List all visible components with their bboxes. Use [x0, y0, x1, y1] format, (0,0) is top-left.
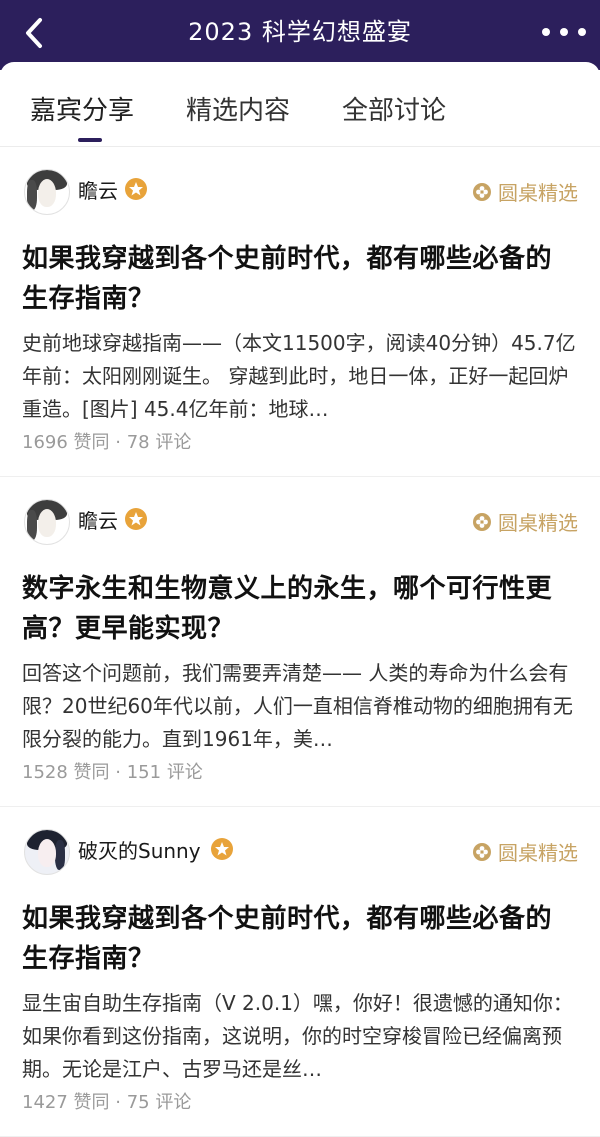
flower-icon — [473, 512, 491, 531]
tab-label: 全部讨论 — [342, 96, 447, 126]
verified-badge-icon — [125, 508, 147, 530]
author-name[interactable]: 瞻云 — [78, 505, 118, 534]
separator-dot: · — [115, 762, 121, 783]
post-stats: 1427 赞同 · 75 评论 — [22, 1090, 578, 1116]
likes-count: 1427 赞同 — [22, 1092, 110, 1113]
tab-guest-share[interactable]: 嘉宾分享 — [30, 62, 135, 142]
answer-excerpt[interactable]: 史前地球穿越指南——（本文11500字，阅读40分钟）45.7亿年前：太阳刚刚诞… — [22, 327, 578, 426]
avatar[interactable] — [24, 829, 70, 875]
question-title[interactable]: 数字永生和生物意义上的永生，哪个可行性更高？更早能实现？ — [22, 569, 578, 649]
verified-badge-icon — [211, 838, 233, 860]
post-card[interactable]: 瞻云 圆桌精选 如果我穿越到各个史前时代，都有哪些必备的生存指南？ 史前地球穿越… — [0, 147, 600, 477]
roundtable-featured-tag[interactable]: 圆桌精选 — [472, 837, 578, 866]
post-header: 瞻云 圆桌精选 — [22, 477, 578, 569]
separator-dot: · — [115, 432, 121, 453]
tab-bar: 嘉宾分享 精选内容 全部讨论 — [0, 62, 600, 147]
post-header: 瞻云 圆桌精选 — [22, 147, 578, 239]
avatar[interactable] — [24, 169, 70, 215]
post-card[interactable]: 破灭的Sunny 圆桌精选 如果我穿越到各个史前时代，都有哪些必备的生存指南？ … — [0, 807, 600, 1137]
likes-count: 1528 赞同 — [22, 762, 110, 783]
verified-badge-icon — [125, 178, 147, 200]
question-title[interactable]: 如果我穿越到各个史前时代，都有哪些必备的生存指南？ — [22, 239, 578, 319]
tab-all-discussions[interactable]: 全部讨论 — [342, 62, 446, 127]
likes-count: 1696 赞同 — [22, 432, 110, 453]
avatar[interactable] — [24, 499, 70, 545]
active-tab-indicator — [78, 138, 102, 142]
featured-label: 圆桌精选 — [498, 181, 578, 205]
featured-label: 圆桌精选 — [498, 511, 578, 535]
post-stats: 1528 赞同 · 151 评论 — [22, 760, 578, 786]
separator-dot: · — [115, 1092, 121, 1113]
question-title[interactable]: 如果我穿越到各个史前时代，都有哪些必备的生存指南？ — [22, 899, 578, 979]
flower-icon — [473, 182, 491, 201]
answer-excerpt[interactable]: 回答这个问题前，我们需要弄清楚—— 人类的寿命为什么会有限？20世纪60年代以前… — [22, 657, 578, 756]
page-title: 2023 科学幻想盛宴 — [188, 18, 412, 46]
tab-label: 嘉宾分享 — [30, 96, 135, 126]
post-card[interactable]: 瞻云 圆桌精选 数字永生和生物意义上的永生，哪个可行性更高？更早能实现？ 回答这… — [0, 477, 600, 807]
tab-featured-content[interactable]: 精选内容 — [186, 62, 290, 127]
post-stats: 1696 赞同 · 78 评论 — [22, 430, 578, 456]
roundtable-featured-tag[interactable]: 圆桌精选 — [472, 507, 578, 536]
comments-count: 78 评论 — [126, 432, 192, 453]
content-sheet: 嘉宾分享 精选内容 全部讨论 瞻云 圆桌精选 如果我穿越到各个史前时代，都有哪些… — [0, 62, 600, 1137]
post-header: 破灭的Sunny 圆桌精选 — [22, 807, 578, 899]
tab-label: 精选内容 — [186, 96, 291, 126]
featured-label: 圆桌精选 — [498, 841, 578, 865]
answer-excerpt[interactable]: 显生宙自助生存指南（V 2.0.1）嘿，你好！很遗憾的通知你： 如果你看到这份指… — [22, 987, 578, 1086]
author-name[interactable]: 破灭的Sunny — [78, 835, 201, 864]
author-name[interactable]: 瞻云 — [78, 175, 118, 204]
more-options-icon[interactable] — [542, 20, 586, 44]
flower-icon — [473, 842, 491, 861]
comments-count: 151 评论 — [126, 762, 203, 783]
top-bar: 2023 科学幻想盛宴 — [0, 0, 600, 70]
comments-count: 75 评论 — [126, 1092, 192, 1113]
roundtable-featured-tag[interactable]: 圆桌精选 — [472, 177, 578, 206]
